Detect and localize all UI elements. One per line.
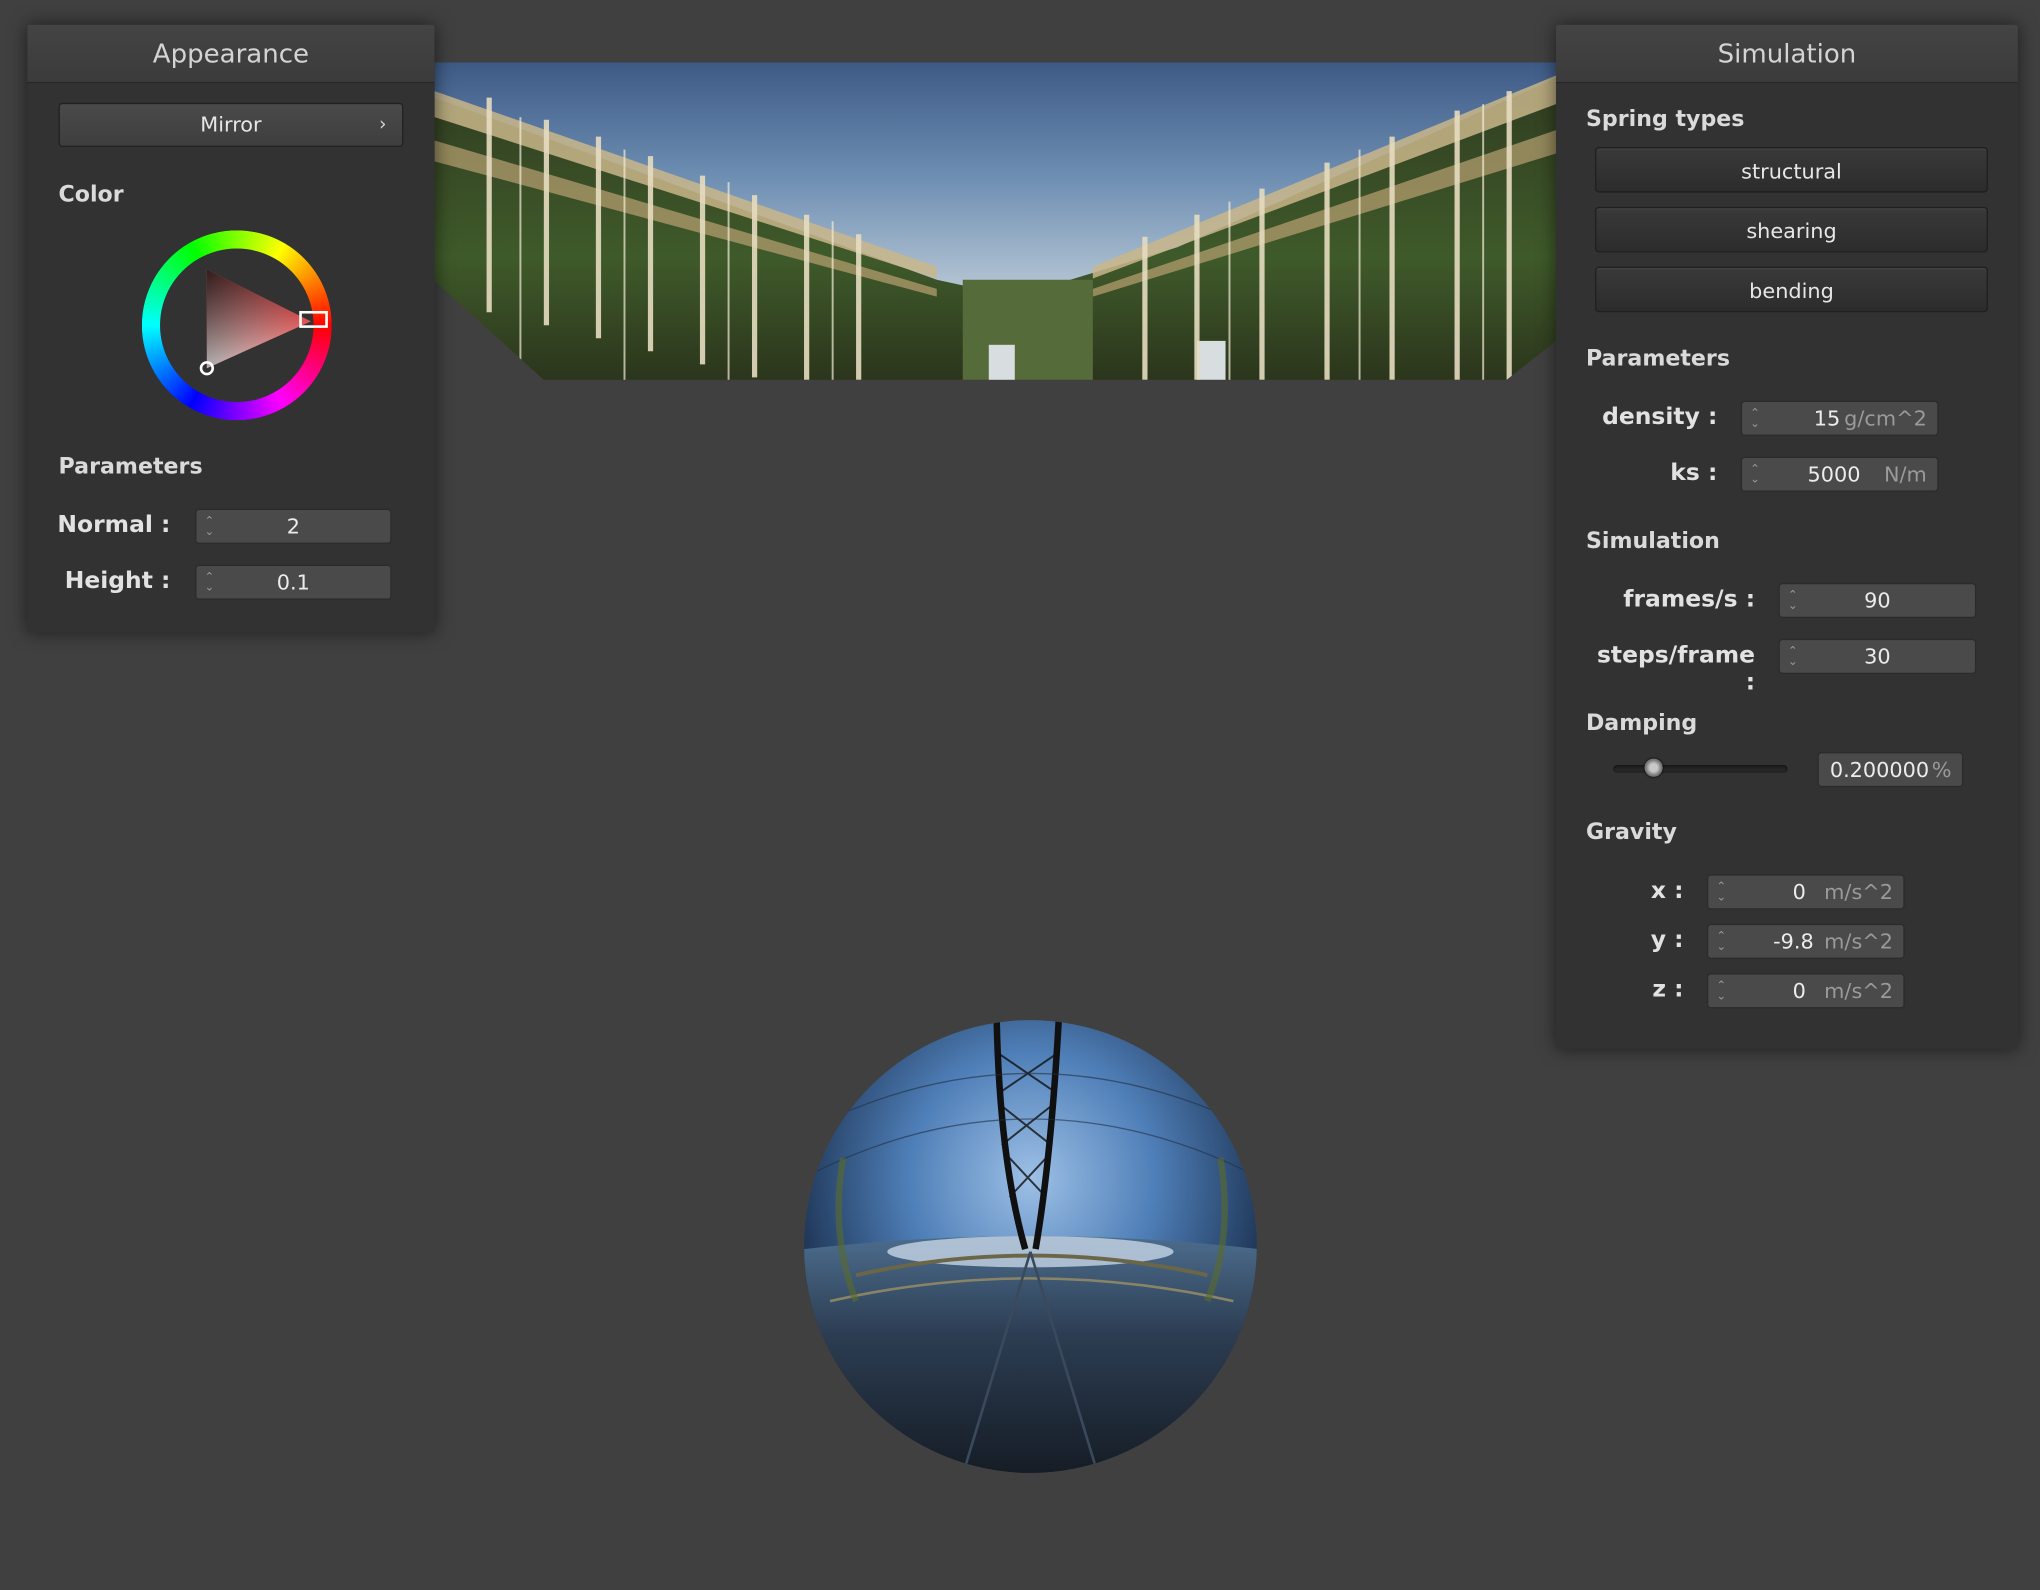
damping-unit: % — [1931, 757, 1952, 782]
ks-label: ks : — [1670, 459, 1718, 487]
appearance-panel-title[interactable]: Appearance — [27, 24, 435, 84]
viewport[interactable]: Appearance Mirror › Color Parameters Nor… — [0, 0, 2040, 1590]
spinner-arrows-icon[interactable]: ⌃ ⌄ — [1708, 980, 1734, 1002]
height-value: 0.1 — [276, 569, 310, 595]
normal-value: 2 — [286, 513, 301, 539]
chevron-right-icon: › — [379, 114, 387, 136]
simulation-panel-title[interactable]: Simulation — [1556, 24, 2018, 84]
gravity-x-unit: m/s^2 — [1824, 879, 1893, 905]
spinner-arrows-icon[interactable]: ⌃ ⌄ — [196, 571, 222, 594]
normal-spinbox[interactable]: ⌃ ⌄ 2 — [195, 508, 392, 544]
shearing-toggle-button[interactable]: shearing — [1595, 206, 1988, 253]
spinner-arrows-icon[interactable]: ⌃ ⌄ — [1708, 930, 1734, 953]
frames-per-second-spinbox[interactable]: ⌃ ⌄ 90 — [1778, 582, 1977, 619]
gravity-z-label: z : — [1652, 975, 1684, 1004]
simulation-parameters-label: Parameters — [1585, 346, 1731, 373]
ks-unit: N/m — [1883, 461, 1927, 487]
color-section-label: Color — [58, 182, 124, 209]
simulation-settings-label: Simulation — [1585, 528, 1720, 555]
gravity-z-unit: m/s^2 — [1824, 978, 1893, 1004]
spring-types-label: Spring types — [1585, 106, 1745, 133]
simulation-panel: Simulation Spring types structural shear… — [1556, 24, 2018, 1049]
ks-spinbox[interactable]: ⌃ ⌄ 5000 N/m — [1740, 456, 1939, 492]
height-spinbox[interactable]: ⌃ ⌄ 0.1 — [195, 564, 392, 600]
gravity-x-value: 0 — [1792, 879, 1806, 905]
density-unit: g/cm^2 — [1844, 405, 1927, 431]
damping-value-box[interactable]: 0.200000 % — [1817, 752, 1964, 788]
gravity-y-unit: m/s^2 — [1824, 929, 1893, 954]
gravity-x-spinbox[interactable]: ⌃ ⌄ 0 m/s^2 — [1706, 874, 1905, 910]
steps-per-frame-value: 30 — [1864, 644, 1891, 669]
gravity-y-spinbox[interactable]: ⌃ ⌄ -9.8 m/s^2 — [1706, 923, 1905, 959]
spinner-arrows-icon[interactable]: ⌃ ⌄ — [196, 515, 222, 538]
gravity-z-value: 0 — [1792, 978, 1806, 1004]
appearance-parameters-label: Parameters — [58, 454, 203, 481]
spinner-arrows-icon[interactable]: ⌃ ⌄ — [1780, 645, 1806, 668]
gravity-y-label: y : — [1650, 926, 1684, 954]
density-label: density : — [1602, 403, 1718, 431]
damping-slider[interactable] — [1613, 758, 1788, 777]
frames-per-second-label: frames/s : — [1623, 585, 1756, 613]
gravity-y-value: -9.8 — [1773, 929, 1814, 954]
spinner-arrows-icon[interactable]: ⌃ ⌄ — [1780, 589, 1806, 612]
damping-slider-handle[interactable] — [1644, 758, 1663, 777]
color-wheel[interactable] — [141, 230, 332, 421]
gravity-z-spinbox[interactable]: ⌃ ⌄ 0 m/s^2 — [1706, 973, 1905, 1009]
density-spinbox[interactable]: ⌃ ⌄ 15 g/cm^2 — [1740, 400, 1939, 436]
damping-slider-track — [1613, 765, 1788, 773]
spinner-arrows-icon[interactable]: ⌃ ⌄ — [1708, 881, 1734, 904]
density-value: 15 — [1813, 405, 1841, 431]
damping-label: Damping — [1585, 710, 1698, 737]
height-label: Height : — [64, 567, 171, 595]
gravity-label: Gravity — [1585, 819, 1677, 846]
spinner-arrows-icon[interactable]: ⌃ ⌄ — [1742, 463, 1768, 486]
gravity-x-label: x : — [1650, 876, 1684, 905]
appearance-panel: Appearance Mirror › Color Parameters Nor… — [27, 24, 435, 633]
spinner-arrows-icon[interactable]: ⌃ ⌄ — [1742, 407, 1768, 430]
frames-per-second-value: 90 — [1864, 588, 1891, 613]
steps-per-frame-spinbox[interactable]: ⌃ ⌄ 30 — [1778, 638, 1977, 674]
structural-toggle-button[interactable]: structural — [1595, 147, 1988, 193]
damping-value: 0.200000 — [1829, 757, 1930, 782]
ks-value: 5000 — [1807, 461, 1861, 487]
steps-per-frame-label: steps/frame : — [1596, 641, 1756, 697]
collision-sphere — [804, 1020, 1257, 1473]
bending-toggle-button[interactable]: bending — [1595, 266, 1988, 313]
material-popup-button[interactable]: Mirror › — [58, 102, 404, 148]
normal-label: Normal : — [57, 511, 171, 539]
material-popup-label: Mirror — [200, 111, 262, 137]
